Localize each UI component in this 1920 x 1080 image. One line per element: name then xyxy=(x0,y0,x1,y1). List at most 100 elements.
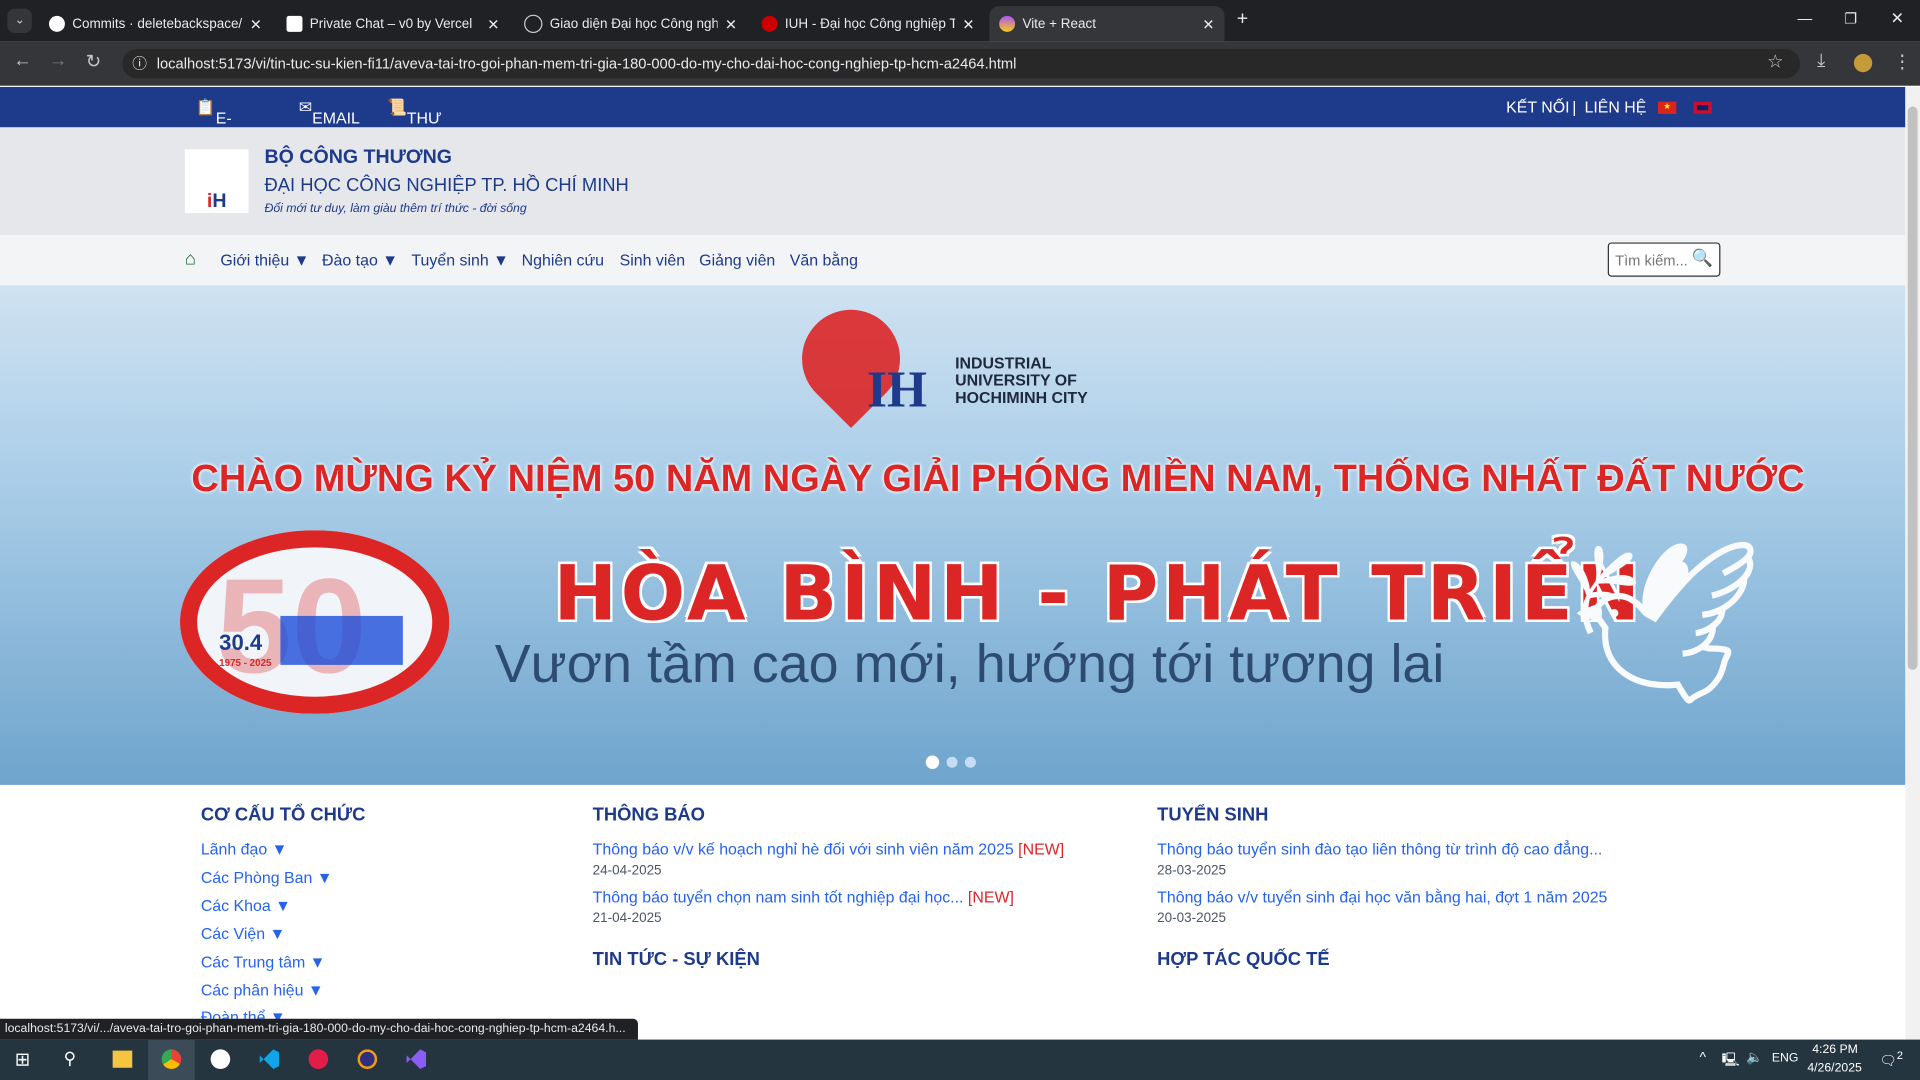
browser-tab-active[interactable]: Vite + React ✕ xyxy=(989,6,1225,42)
nav-giang-vien[interactable]: Giảng viên xyxy=(699,251,775,269)
org-item[interactable]: Các Viện ▼ xyxy=(201,924,285,942)
tray-chevron-icon[interactable]: ^ xyxy=(1700,1051,1706,1066)
top-utility-bar: 📋 E-OFFICE ✉ EMAIL 📜 THƯ VIỆN - THÔNG TI… xyxy=(0,86,1906,182)
hero-banner-carousel[interactable]: IH INDUSTRIAL UNIVERSITY OF HOCHIMINH CITY… xyxy=(0,285,1906,785)
admission-link[interactable]: Thông báo v/v tuyển sinh đại học văn bằn… xyxy=(1157,888,1607,906)
section-title: TIN TỨC - SỰ KIỆN xyxy=(592,948,760,970)
page-scrollbar[interactable] xyxy=(1905,86,1920,1040)
news-section: TIN TỨC - SỰ KIỆN xyxy=(593,949,760,970)
notification-count: 2 xyxy=(1896,1049,1903,1062)
uk-flag-icon[interactable] xyxy=(1693,101,1712,114)
bookmark-star-icon[interactable]: ☆ xyxy=(1767,50,1783,72)
building-icon xyxy=(280,615,403,665)
app-icon[interactable] xyxy=(308,1049,329,1069)
eoffice-link[interactable]: 📋 E-OFFICE xyxy=(196,98,274,146)
url-input[interactable]: ⓘ localhost:5173/vi/tin-tuc-su-kien-fi11/… xyxy=(122,48,1801,79)
visual-studio-icon[interactable] xyxy=(406,1049,427,1069)
org-item[interactable]: Lãnh đạo ▼ xyxy=(201,840,288,858)
org-item[interactable]: Các Khoa ▼ xyxy=(201,896,291,914)
close-window-button[interactable]: ✕ xyxy=(1891,9,1904,29)
vscode-icon[interactable] xyxy=(259,1049,280,1069)
language-indicator[interactable]: ENG xyxy=(1772,1052,1799,1065)
eclipse-icon[interactable] xyxy=(357,1049,378,1069)
tab-title: Giao diện Đại học Công nghiệp xyxy=(549,16,718,32)
nav-nghien-cuu[interactable]: Nghiên cứu xyxy=(522,251,604,269)
tab-title: IUH - Đại học Công nghiệp TP.H xyxy=(784,16,955,32)
forward-icon[interactable]: → xyxy=(49,50,67,71)
app-icon[interactable] xyxy=(210,1049,231,1069)
banner-headline: CHÀO MỪNG KỶ NIỆM 50 NĂM NGÀY GIẢI PHÓNG… xyxy=(191,456,1805,500)
vietnam-flag-icon[interactable]: ★ xyxy=(1657,101,1677,114)
carousel-dot-active[interactable] xyxy=(925,755,940,769)
home-icon[interactable]: ⌂ xyxy=(185,249,196,270)
org-item[interactable]: Các phân hiệu ▼ xyxy=(201,981,324,999)
org-item[interactable]: Các Trung tâm ▼ xyxy=(201,953,326,971)
site-header: iH BỘ CÔNG THƯƠNG ĐẠI HỌC CÔNG NGHIỆP TP… xyxy=(0,127,1906,236)
email-label: EMAIL xyxy=(312,108,360,128)
iuh-banner-logo: IH xyxy=(781,289,943,429)
tab-title: Private Chat – v0 by Vercel xyxy=(309,16,473,32)
close-icon[interactable]: ✕ xyxy=(962,15,974,32)
email-link[interactable]: ✉ EMAIL xyxy=(299,98,360,127)
nav-tuyen-sinh[interactable]: Tuyển sinh ▼ xyxy=(411,251,508,269)
new-tab-button[interactable]: + xyxy=(1237,9,1248,31)
main-nav: ⌂ Giới thiệu ▼ Đào tạo ▼ Tuyển sinh ▼ Ng… xyxy=(0,235,1906,286)
scrollbar-thumb[interactable] xyxy=(1907,106,1918,670)
carousel-dot[interactable] xyxy=(964,756,976,768)
file-explorer-icon[interactable] xyxy=(112,1050,133,1068)
slash-icon xyxy=(524,14,543,34)
back-icon[interactable]: ← xyxy=(13,50,31,71)
browser-tab[interactable]: IUH - Đại học Công nghiệp TP.H ✕ xyxy=(752,6,985,42)
v0-icon xyxy=(286,15,303,32)
network-icon[interactable]: 🖳 xyxy=(1722,1049,1740,1072)
notice-link[interactable]: Thông báo tuyển chọn nam sinh tốt nghiệp… xyxy=(593,888,1014,906)
tab-search-button[interactable]: ⌄ xyxy=(7,8,32,34)
library-link[interactable]: 📜 THƯ VIỆN - THÔNG TIN xyxy=(387,98,464,182)
carousel-dot[interactable] xyxy=(946,756,958,768)
banner-subtitle: Vươn tầm cao mới, hướng tới tương lai xyxy=(494,634,1445,695)
profile-avatar[interactable] xyxy=(1853,53,1873,73)
menu-icon[interactable]: ⋮ xyxy=(1893,50,1911,72)
notice-link[interactable]: Thông báo v/v kế hoạch nghỉ hè đối với s… xyxy=(593,840,1064,858)
nav-dao-tao[interactable]: Đào tạo ▼ xyxy=(322,251,398,269)
section-title: THÔNG BÁO xyxy=(592,804,705,826)
clock-time[interactable]: 4:26 PM xyxy=(1812,1043,1858,1056)
site-info-icon[interactable]: ⓘ xyxy=(132,49,147,78)
university-logo[interactable]: iH xyxy=(184,149,249,214)
download-icon[interactable]: ⤓ xyxy=(1817,50,1825,71)
nav-sinh-vien[interactable]: Sinh viên xyxy=(620,251,685,269)
volume-icon[interactable]: 🔈 xyxy=(1746,1049,1763,1066)
slogan: Đổi mới tư duy, làm giàu thêm trí thức -… xyxy=(264,202,527,216)
windows-start-icon[interactable]: ⊞ xyxy=(15,1048,30,1070)
university-name: ĐẠI HỌC CÔNG NGHIỆP TP. HỒ CHÍ MINH xyxy=(264,175,629,196)
reload-icon[interactable]: ↻ xyxy=(86,50,101,72)
contact-link[interactable]: LIÊN HỆ xyxy=(1584,98,1646,116)
search-icon[interactable]: 🔍 xyxy=(1692,247,1713,268)
section-title: CƠ CẤU TỔ CHỨC xyxy=(200,804,366,826)
search-box[interactable]: 🔍 xyxy=(1607,242,1721,277)
close-icon[interactable]: ✕ xyxy=(725,15,737,32)
admission-link[interactable]: Thông báo tuyển sinh đào tạo liên thông … xyxy=(1157,840,1602,858)
connect-link[interactable]: KẾT NỐI xyxy=(1506,98,1569,116)
close-icon[interactable]: ✕ xyxy=(1202,15,1214,32)
org-structure-section: CƠ CẤU TỔ CHỨC xyxy=(201,804,366,825)
browser-tab[interactable]: Commits · deletebackspace/pha ✕ xyxy=(39,6,272,42)
org-item[interactable]: Các Phòng Ban ▼ xyxy=(201,868,333,886)
search-input[interactable] xyxy=(1612,251,1699,271)
windows-taskbar: ⊞ ⚲ ^ 🖳 🔈 ENG 4:26 PM 4/26/2025 🗨2 xyxy=(0,1039,1920,1080)
notice-date: 21-04-2025 xyxy=(592,911,662,926)
minimize-button[interactable]: — xyxy=(1798,10,1813,27)
notification-icon[interactable]: 🗨2 xyxy=(1880,1049,1903,1068)
chrome-taskbar-button[interactable] xyxy=(148,1039,195,1080)
browser-tab[interactable]: Private Chat – v0 by Vercel ✕ xyxy=(277,6,510,42)
notices-section: THÔNG BÁO xyxy=(593,804,705,825)
carousel-dots xyxy=(925,755,976,769)
nav-gioi-thieu[interactable]: Giới thiệu ▼ xyxy=(220,251,309,269)
clock-date[interactable]: 4/26/2025 xyxy=(1807,1062,1861,1075)
search-icon[interactable]: ⚲ xyxy=(64,1048,77,1069)
close-icon[interactable]: ✕ xyxy=(487,15,499,32)
close-icon[interactable]: ✕ xyxy=(250,15,262,32)
restore-button[interactable]: ❐ xyxy=(1844,10,1857,27)
browser-tab[interactable]: Giao diện Đại học Công nghiệp ✕ xyxy=(514,6,747,42)
nav-van-bang[interactable]: Văn bằng xyxy=(790,251,858,269)
